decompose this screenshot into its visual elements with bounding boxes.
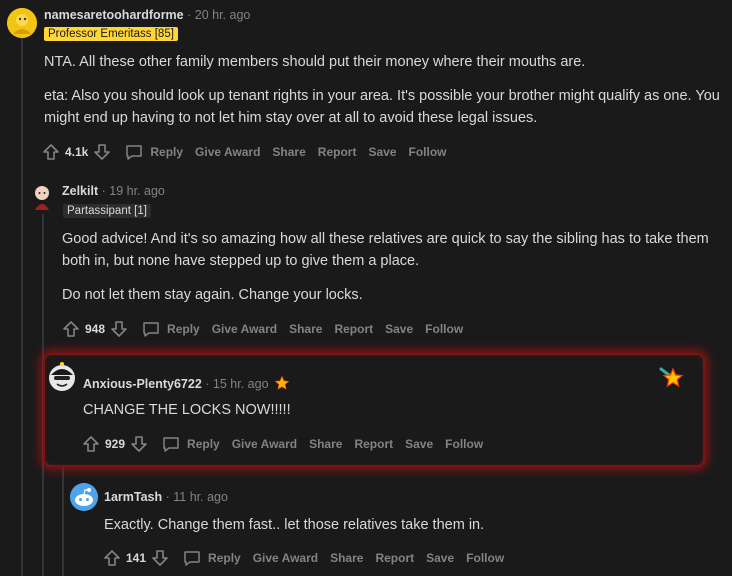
vote-count: 929 bbox=[105, 437, 126, 451]
award-star-icon[interactable] bbox=[659, 365, 685, 391]
report-button[interactable]: Report bbox=[375, 551, 414, 565]
avatar[interactable] bbox=[70, 483, 98, 511]
follow-button[interactable]: Follow bbox=[408, 145, 446, 159]
follow-button[interactable]: Follow bbox=[466, 551, 504, 565]
share-button[interactable]: Share bbox=[309, 437, 342, 451]
comment-paragraph: Exactly. Change them fast.. let those re… bbox=[104, 517, 485, 533]
comment-paragraph: CHANGE THE LOCKS NOW!!!!! bbox=[83, 402, 291, 418]
vote-count: 4.1k bbox=[65, 145, 89, 159]
report-button[interactable]: Report bbox=[354, 437, 393, 451]
reply-button[interactable]: Reply bbox=[141, 319, 200, 339]
comment-actions: 948 Reply Give Award Share Report Save F… bbox=[61, 317, 463, 341]
comment-body: CHANGE THE LOCKS NOW!!!!! bbox=[83, 399, 683, 433]
award-star-icon bbox=[274, 375, 290, 390]
user-flair: Partassipant [1] bbox=[63, 204, 151, 218]
comment-paragraph: Do not let them stay again. Change your … bbox=[62, 287, 363, 303]
avatar-icon bbox=[49, 362, 75, 391]
author-name[interactable]: 1armTash bbox=[104, 490, 162, 504]
avatar-icon bbox=[28, 181, 56, 211]
timestamp[interactable]: · 11 hr. ago bbox=[166, 490, 228, 504]
comment-actions: 929 Reply Give Award Share Report Save F… bbox=[81, 432, 483, 456]
timestamp[interactable]: · 20 hr. ago bbox=[187, 8, 250, 22]
reply-bubble-icon bbox=[143, 322, 159, 337]
reply-button[interactable]: Reply bbox=[124, 142, 183, 162]
downvote-icon[interactable] bbox=[150, 548, 170, 568]
reply-button[interactable]: Reply bbox=[161, 434, 220, 454]
report-button[interactable]: Report bbox=[318, 145, 357, 159]
save-button[interactable]: Save bbox=[385, 322, 413, 336]
comment-body: Exactly. Change them fast.. let those re… bbox=[104, 514, 704, 548]
timestamp[interactable]: · 19 hr. ago bbox=[102, 184, 165, 198]
reply-bubble-icon bbox=[126, 145, 143, 160]
user-flair: Professor Emeritass [85] bbox=[44, 27, 178, 41]
follow-button[interactable]: Follow bbox=[425, 322, 463, 336]
comment-body: NTA. All these other family members shou… bbox=[44, 51, 724, 141]
reply-label: Reply bbox=[208, 551, 241, 565]
comment-paragraph: Good advice! And it's so amazing how all… bbox=[62, 231, 709, 269]
author-name[interactable]: Anxious-Plenty6722 bbox=[83, 377, 202, 391]
author-name[interactable]: namesaretoohardforme bbox=[44, 8, 184, 22]
downvote-icon[interactable] bbox=[92, 142, 112, 162]
author-name[interactable]: Zelkilt bbox=[62, 184, 98, 198]
avatar-icon bbox=[7, 8, 37, 38]
vote-count: 141 bbox=[126, 551, 147, 565]
give-award-button[interactable]: Give Award bbox=[232, 437, 297, 451]
give-award-button[interactable]: Give Award bbox=[253, 551, 318, 565]
follow-button[interactable]: Follow bbox=[445, 437, 483, 451]
reply-button[interactable]: Reply bbox=[182, 548, 241, 568]
comment-body: Good advice! And it's so amazing how all… bbox=[62, 228, 712, 318]
reply-bubble-icon bbox=[163, 437, 179, 452]
upvote-icon[interactable] bbox=[41, 142, 61, 162]
give-award-button[interactable]: Give Award bbox=[212, 322, 277, 336]
avatar[interactable] bbox=[28, 181, 56, 211]
timestamp[interactable]: · 15 hr. ago bbox=[205, 377, 268, 391]
save-button[interactable]: Save bbox=[368, 145, 396, 159]
downvote-icon[interactable] bbox=[129, 434, 149, 454]
vote-count: 948 bbox=[85, 322, 106, 336]
comment-paragraph: NTA. All these other family members shou… bbox=[44, 54, 586, 70]
avatar[interactable] bbox=[47, 361, 77, 393]
comment-actions: 141 Reply Give Award Share Report Save F… bbox=[102, 546, 504, 570]
avatar[interactable] bbox=[7, 8, 37, 38]
reply-bubble-icon bbox=[184, 551, 200, 566]
reply-label: Reply bbox=[187, 437, 220, 451]
upvote-icon[interactable] bbox=[61, 319, 81, 339]
share-button[interactable]: Share bbox=[289, 322, 322, 336]
save-button[interactable]: Save bbox=[405, 437, 433, 451]
save-button[interactable]: Save bbox=[426, 551, 454, 565]
downvote-icon[interactable] bbox=[109, 319, 129, 339]
report-button[interactable]: Report bbox=[334, 322, 373, 336]
reply-label: Reply bbox=[150, 145, 184, 159]
share-button[interactable]: Share bbox=[272, 145, 305, 159]
comment-paragraph: eta: Also you should look up tenant righ… bbox=[44, 88, 720, 126]
share-button[interactable]: Share bbox=[330, 551, 363, 565]
avatar-icon bbox=[70, 483, 98, 511]
upvote-icon[interactable] bbox=[81, 434, 101, 454]
thread-line-1[interactable] bbox=[21, 38, 23, 576]
give-award-button[interactable]: Give Award bbox=[195, 145, 260, 159]
upvote-icon[interactable] bbox=[102, 548, 122, 568]
comment-actions: 4.1k Reply Give Award Share Report Save … bbox=[41, 140, 446, 164]
reply-label: Reply bbox=[167, 322, 200, 336]
